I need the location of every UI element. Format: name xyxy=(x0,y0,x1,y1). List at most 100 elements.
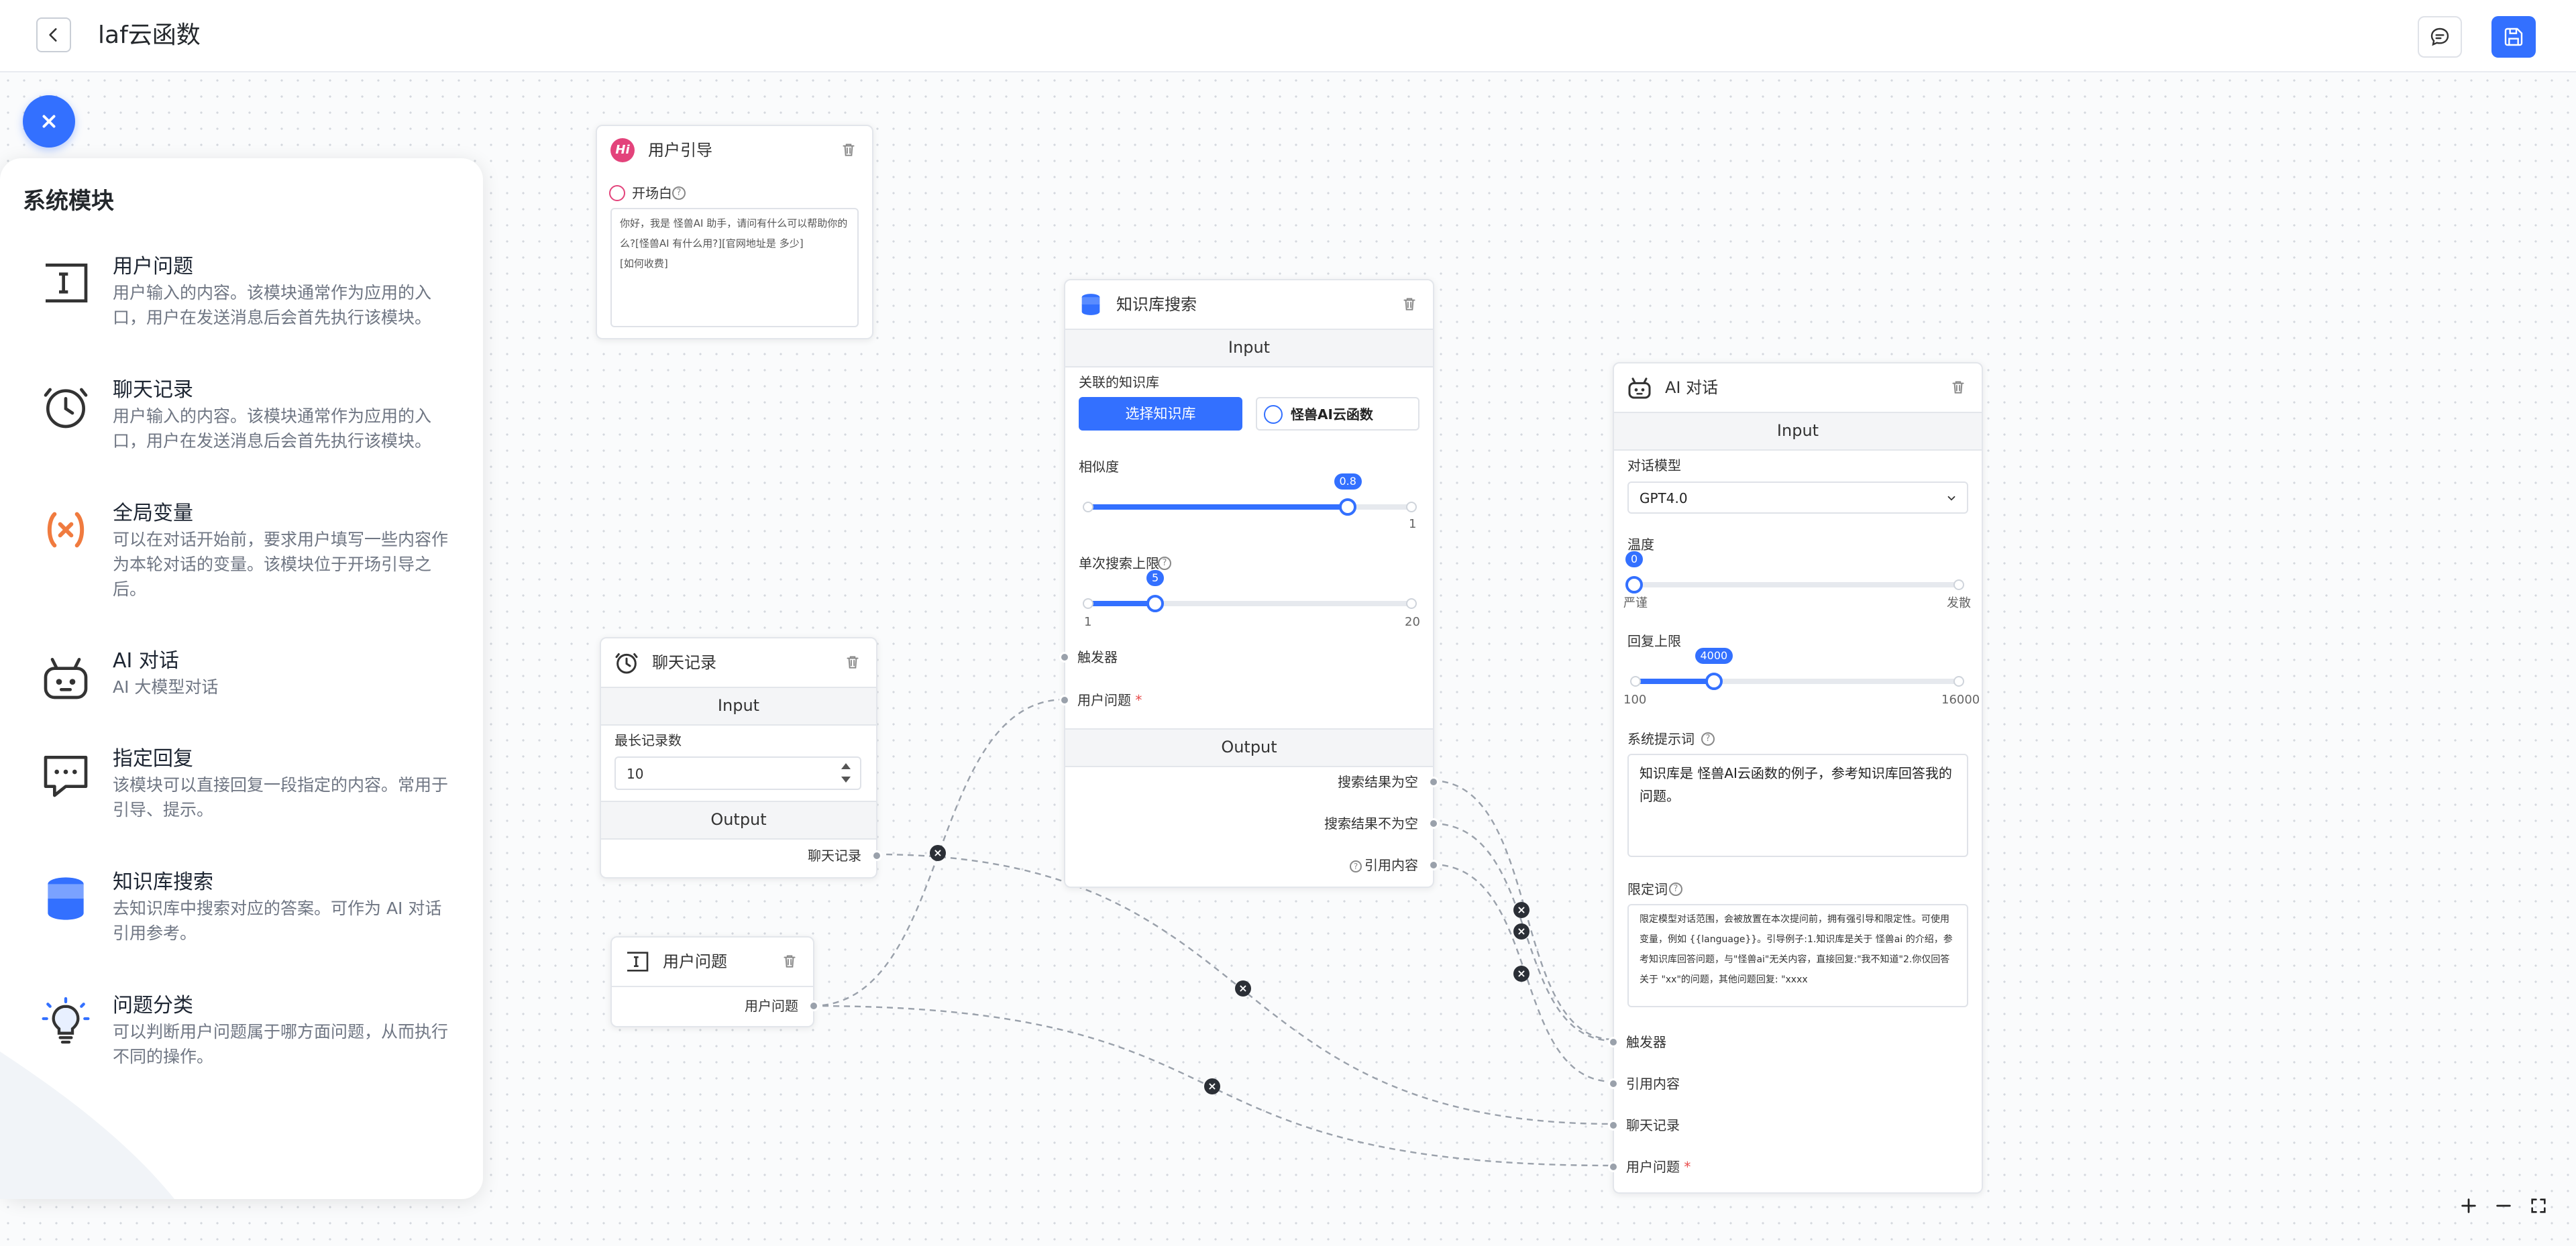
module-user-question[interactable]: 用户问题 用户输入的内容。该模块通常作为应用的入口，用户在发送消息后会首先执行该… xyxy=(39,253,455,361)
selected-kb-tag[interactable]: 怪兽AI云函数 xyxy=(1256,397,1419,431)
select-kb-button[interactable]: 选择知识库 xyxy=(1079,397,1242,431)
slider-value-bubble: 0 xyxy=(1625,551,1644,567)
input-handle-question[interactable] xyxy=(1608,1162,1619,1172)
similarity-max: 1 xyxy=(1409,517,1417,531)
node-title: 聊天记录 xyxy=(652,653,716,672)
output-handle-empty[interactable] xyxy=(1428,777,1439,787)
max-records-label: 最长记录数 xyxy=(614,732,682,748)
opening-textarea[interactable]: 你好，我是 怪兽AI 助手，请问有什么可以帮助你的么?[怪兽AI 有什么用?][… xyxy=(610,208,859,327)
module-global-variable[interactable]: 全局变量 可以在对话开始前，要求用户填写一些内容作为本轮对话的变量。该模块位于开… xyxy=(39,500,455,608)
help-icon[interactable]: ? xyxy=(1158,557,1171,570)
zoom-out-button[interactable] xyxy=(2487,1190,2520,1222)
kb-label: 关联的知识库 xyxy=(1079,374,1159,390)
variable-icon xyxy=(47,512,85,548)
zoom-in-button[interactable] xyxy=(2453,1190,2485,1222)
input-section-header: Input xyxy=(1614,412,1982,451)
smile-icon xyxy=(609,185,625,201)
help-icon[interactable]: ? xyxy=(1350,860,1362,872)
hi-icon: Hi xyxy=(609,137,636,164)
max-records-input[interactable]: 10 xyxy=(614,756,861,790)
plus-icon xyxy=(2461,1198,2476,1213)
model-select[interactable]: GPT4.0 xyxy=(1627,482,1968,514)
module-chat-history[interactable]: 聊天记录 用户输入的内容。该模块通常作为应用的入口，用户在发送消息后会首先执行该… xyxy=(39,377,455,484)
slider-thumb[interactable] xyxy=(1339,498,1356,516)
delete-edge-icon[interactable]: × xyxy=(1235,980,1251,997)
chevron-down-icon xyxy=(1947,496,1955,501)
node-kb-search[interactable]: 知识库搜索 Input 关联的知识库 选择知识库 怪兽AI云函数 相似度 0.8… xyxy=(1059,279,1439,888)
text-cursor-icon xyxy=(627,952,649,972)
module-kb-search[interactable]: 知识库搜索 去知识库中搜索对应的答案。可作为 AI 对话引用参考。 xyxy=(39,869,455,976)
node-title: AI 对话 xyxy=(1665,378,1719,397)
node-user-guide[interactable]: Hi 用户引导 开场白 ? 你好，我是 怪兽AI 助手，请问有什么可以帮助你的么… xyxy=(596,125,873,339)
port-history: 聊天记录 xyxy=(808,848,861,864)
max-tokens-min: 100 xyxy=(1623,693,1647,707)
stepper-up-icon[interactable] xyxy=(841,763,851,769)
port-question-out: 用户问题 xyxy=(745,998,798,1014)
delete-edge-icon[interactable]: × xyxy=(1513,902,1529,918)
port-question: 用户问题 * xyxy=(1626,1159,1691,1175)
help-icon[interactable]: ? xyxy=(1669,883,1682,896)
trash-icon[interactable] xyxy=(781,952,798,970)
temperature-max: 发散 xyxy=(1947,596,1971,610)
limit-max: 20 xyxy=(1405,615,1420,629)
slider-value-bubble: 0.8 xyxy=(1334,473,1362,490)
trash-icon[interactable] xyxy=(1949,378,1967,396)
limit-min: 1 xyxy=(1084,615,1092,629)
trash-icon[interactable] xyxy=(840,141,857,158)
delete-edge-icon[interactable]: × xyxy=(1513,966,1529,982)
node-header: 聊天记录 xyxy=(601,638,876,685)
input-handle-question[interactable] xyxy=(1059,695,1070,705)
input-handle-quote[interactable] xyxy=(1608,1078,1619,1089)
port-not-empty: 搜索结果不为空 xyxy=(1324,815,1418,832)
temperature-min: 严谨 xyxy=(1623,596,1648,610)
output-handle-quote[interactable] xyxy=(1428,860,1439,870)
help-icon[interactable]: ? xyxy=(1701,732,1715,746)
delete-edge-icon[interactable]: × xyxy=(930,845,946,861)
input-handle-history[interactable] xyxy=(1608,1120,1619,1131)
module-panel: 系统模块 用户问题 用户输入的内容。该模块通常作为应用的入口，用户在发送消息后会… xyxy=(0,158,483,1199)
module-ai-chat[interactable]: AI 对话 AI 大模型对话 xyxy=(39,648,455,755)
node-title: 用户问题 xyxy=(663,952,727,971)
slider-thumb[interactable] xyxy=(1625,576,1643,593)
database-icon xyxy=(48,877,84,920)
robot-icon xyxy=(1628,378,1651,399)
similarity-slider[interactable]: 0.8 xyxy=(1083,473,1417,516)
node-header: AI 对话 xyxy=(1614,363,1982,410)
port-history: 聊天记录 xyxy=(1626,1117,1680,1133)
slider-thumb[interactable] xyxy=(1705,673,1723,690)
system-prompt-textarea[interactable]: 知识库是 怪兽AI云函数的例子，参考知识库回答我的问题。 xyxy=(1627,754,1968,857)
delete-edge-icon[interactable]: × xyxy=(1513,923,1529,940)
module-fixed-reply[interactable]: 指定回复 该模块可以直接回复一段指定的内容。常用于引导、提示。 xyxy=(39,746,455,853)
trash-icon[interactable] xyxy=(844,653,861,671)
fit-view-button[interactable] xyxy=(2522,1190,2555,1222)
input-handle-trigger[interactable] xyxy=(1608,1037,1619,1047)
limit-prompt-textarea[interactable]: 限定模型对话范围，会被放置在本次提问前，拥有强引导和限定性。可使用变量，例如 {… xyxy=(1627,904,1968,1007)
limit-label: 单次搜索上限 xyxy=(1079,555,1159,571)
limit-prompt-label: 限定词 xyxy=(1627,881,1668,897)
node-ai-chat[interactable]: AI 对话 Input 对话模型 GPT4.0 温度 0 严谨 发散 回复上限 … xyxy=(1608,362,1983,1194)
node-header: Hi 用户引导 xyxy=(597,126,872,173)
node-user-question[interactable]: 用户问题 用户问题 xyxy=(610,936,819,1027)
module-question-classify[interactable]: 问题分类 可以判断用户问题属于哪方面问题，从而执行不同的操作。 xyxy=(39,993,455,1100)
temperature-slider[interactable]: 0 xyxy=(1625,551,1964,593)
close-panel-button[interactable] xyxy=(23,95,75,148)
trash-icon[interactable] xyxy=(1401,295,1418,313)
output-handle-question[interactable] xyxy=(808,1001,819,1011)
panel-title: 系统模块 xyxy=(23,188,114,215)
stepper-down-icon[interactable] xyxy=(841,777,851,783)
node-title: 知识库搜索 xyxy=(1116,295,1197,314)
delete-edge-icon[interactable]: × xyxy=(1204,1078,1220,1094)
output-section-header: Output xyxy=(1065,728,1433,767)
clock-icon xyxy=(44,388,88,429)
slider-thumb[interactable] xyxy=(1146,595,1164,612)
input-handle-trigger[interactable] xyxy=(1059,652,1070,663)
help-icon[interactable]: ? xyxy=(672,186,686,200)
bulb-icon xyxy=(42,997,90,1044)
clock-icon xyxy=(615,653,638,674)
node-chat-history[interactable]: 聊天记录 Input 最长记录数 10 Output 聊天记录 xyxy=(600,637,882,879)
max-tokens-slider[interactable]: 4000 xyxy=(1630,648,1964,690)
output-handle-not-empty[interactable] xyxy=(1428,818,1439,829)
limit-slider[interactable]: 5 xyxy=(1083,570,1417,612)
output-handle-history[interactable] xyxy=(871,850,882,861)
port-question: 用户问题 * xyxy=(1077,692,1142,708)
